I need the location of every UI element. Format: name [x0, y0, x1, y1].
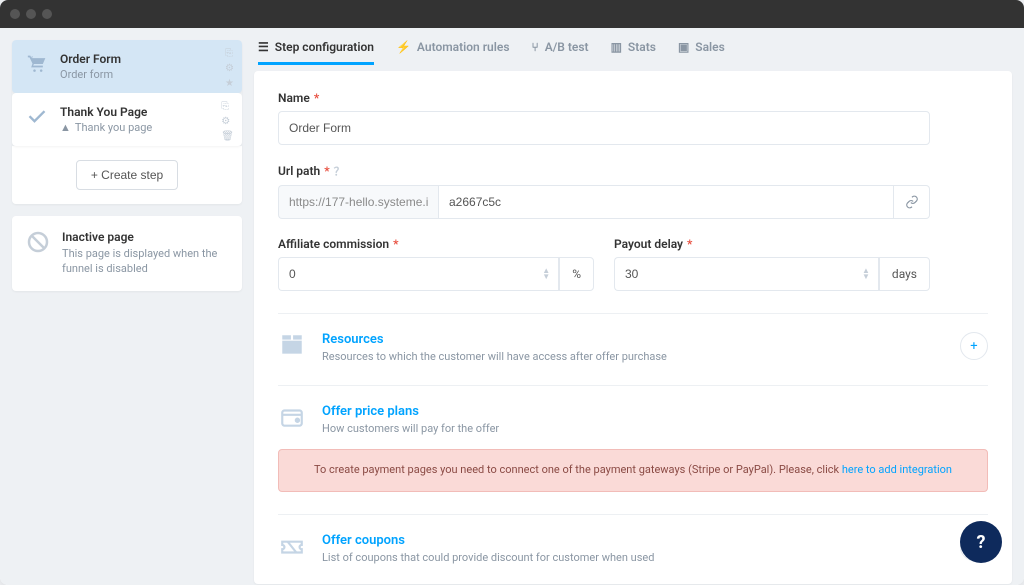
star-icon[interactable]: ★ [225, 78, 234, 89]
window-dot [10, 9, 20, 19]
bolt-icon: ⚡ [396, 40, 411, 54]
inactive-desc: This page is displayed when the funnel i… [62, 246, 228, 277]
window-dot [42, 9, 52, 19]
tab-stats[interactable]: ▥ Stats [611, 40, 656, 65]
list-icon: ☰ [258, 40, 269, 54]
help-fab[interactable]: ? [960, 521, 1002, 563]
payout-unit: days [879, 257, 930, 291]
tabs: ☰ Step configuration ⚡ Automation rules ⑂ A… [254, 40, 1012, 71]
duplicate-icon[interactable]: ⎘ [221, 101, 234, 112]
chart-icon: ▥ [611, 40, 622, 54]
alert-text: To create payment pages you need to conn… [314, 463, 842, 476]
create-step-button[interactable]: + Create step [76, 160, 178, 190]
settings-icon[interactable]: ⚙ [225, 63, 234, 74]
stepper-icon[interactable]: ▲▼ [862, 257, 879, 291]
required-mark: * [393, 237, 398, 251]
coupons-title: Offer coupons [322, 533, 654, 548]
sidebar-step-thank-you[interactable]: Thank You Page ▲Thank you page ⎘ ⚙ 🗑 [12, 93, 242, 146]
price-plans-title: Offer price plans [322, 404, 499, 419]
affiliate-label: Affiliate commission [278, 237, 389, 251]
tab-automation-rules[interactable]: ⚡ Automation rules [396, 40, 510, 65]
coupons-desc: List of coupons that could provide disco… [322, 551, 654, 564]
step-title: Thank You Page [60, 105, 228, 119]
tab-step-configuration[interactable]: ☰ Step configuration [258, 40, 374, 65]
resources-desc: Resources to which the customer will hav… [322, 350, 667, 363]
add-integration-link[interactable]: here to add integration [842, 463, 952, 476]
tab-label: A/B test [545, 40, 589, 54]
price-plans-desc: How customers will pay for the offer [322, 422, 499, 435]
money-icon: ▣ [678, 40, 689, 54]
sidebar-step-order-form[interactable]: Order Form Order form ⎘ ⚙ ★ [12, 40, 242, 93]
check-icon [26, 107, 48, 131]
payout-input[interactable] [614, 257, 862, 291]
required-mark: * [314, 91, 319, 105]
required-mark: * [324, 164, 329, 178]
inactive-title: Inactive page [62, 230, 228, 244]
blocked-icon [26, 230, 50, 258]
config-panel: Name* Url path* ？ Affiliat [254, 71, 1012, 584]
tab-ab-test[interactable]: ⑂ A/B test [532, 40, 589, 65]
affiliate-unit: % [559, 257, 594, 291]
step-subtitle: Order form [60, 68, 228, 81]
required-mark: * [687, 237, 692, 251]
payment-gateway-alert: To create payment pages you need to conn… [278, 449, 988, 492]
step-title: Order Form [60, 52, 228, 66]
url-label: Url path [278, 164, 320, 178]
affiliate-input[interactable] [278, 257, 542, 291]
duplicate-icon[interactable]: ⎘ [225, 48, 234, 59]
payout-label: Payout delay [614, 237, 683, 251]
name-input[interactable] [278, 111, 930, 145]
window-dot [26, 9, 36, 19]
split-icon: ⑂ [532, 40, 539, 54]
inactive-page-card[interactable]: Inactive page This page is displayed whe… [12, 216, 242, 291]
wallet-icon [278, 404, 306, 434]
url-slug-input[interactable] [438, 185, 894, 219]
tab-label: Step configuration [275, 40, 374, 54]
settings-icon[interactable]: ⚙ [221, 116, 234, 127]
sidebar: Order Form Order form ⎘ ⚙ ★ Thank You Pa… [12, 40, 242, 573]
tab-label: Sales [695, 40, 725, 54]
add-resource-button[interactable]: + [960, 332, 988, 360]
coupon-icon [278, 533, 306, 563]
open-url-button[interactable] [894, 185, 930, 219]
name-label: Name [278, 91, 310, 105]
box-icon [278, 332, 306, 362]
warning-icon: ▲ [60, 121, 71, 134]
cart-icon [26, 54, 48, 78]
url-base-input [278, 185, 438, 219]
resources-title: Resources [322, 332, 667, 347]
tab-label: Automation rules [417, 40, 510, 54]
tab-label: Stats [628, 40, 656, 54]
help-icon[interactable]: ？ [334, 163, 345, 179]
window-titlebar [0, 0, 1024, 28]
delete-icon[interactable]: 🗑 [221, 131, 234, 142]
tab-sales[interactable]: ▣ Sales [678, 40, 725, 65]
stepper-icon[interactable]: ▲▼ [542, 257, 559, 291]
step-subtitle: ▲Thank you page [60, 121, 228, 134]
